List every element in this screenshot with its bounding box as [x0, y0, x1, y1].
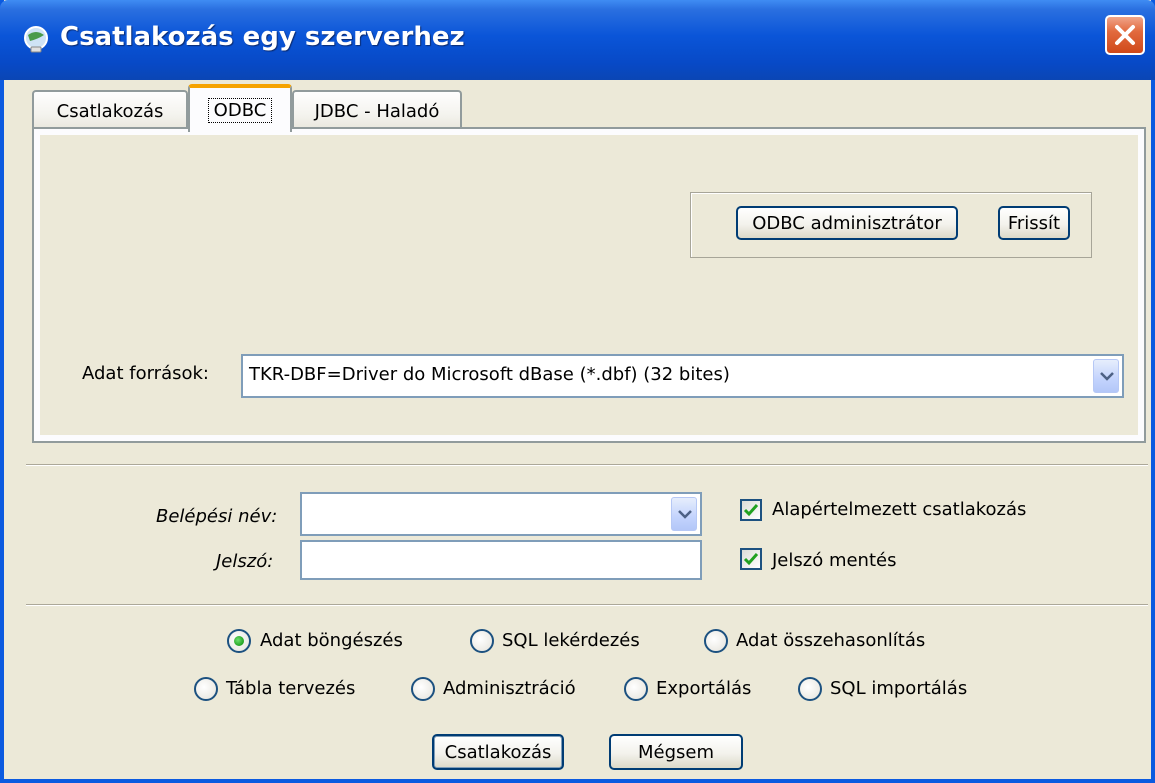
- mode-label[interactable]: SQL lekérdezés: [502, 630, 640, 651]
- username-dropdown-button[interactable]: [671, 497, 697, 531]
- username-label: Belépési név:: [156, 506, 278, 527]
- mode-label[interactable]: Exportálás: [656, 678, 751, 699]
- cancel-button[interactable]: Mégsem: [609, 734, 743, 770]
- mode-label[interactable]: Adminisztráció: [443, 678, 576, 699]
- checkmark-icon: [743, 553, 759, 566]
- mode-label[interactable]: Adat böngészés: [260, 630, 403, 651]
- radio-selected-dot: [234, 636, 244, 646]
- tab-label: Csatlakozás: [56, 100, 164, 122]
- password-label: Jelszó:: [216, 551, 274, 572]
- close-button[interactable]: [1105, 15, 1145, 55]
- mode-radio-sql-lekerdezes[interactable]: [470, 629, 494, 653]
- app-globe-icon: [24, 26, 48, 53]
- tab-csatlakozas[interactable]: Csatlakozás: [32, 90, 188, 130]
- separator-top: [26, 464, 1148, 466]
- mode-label[interactable]: Tábla tervezés: [226, 678, 355, 699]
- mode-label[interactable]: Adat összehasonlítás: [736, 630, 925, 651]
- save-password-label[interactable]: Jelszó mentés: [772, 550, 896, 571]
- tab-jdbc-halado[interactable]: JDBC - Haladó: [292, 90, 462, 130]
- datasource-value: TKR-DBF=Driver do Microsoft dBase (*.dbf…: [249, 364, 730, 385]
- mode-radio-adat-osszehasonlitas[interactable]: [704, 629, 728, 653]
- mode-radio-sql-importalas[interactable]: [798, 677, 822, 701]
- datasource-dropdown-button[interactable]: [1093, 359, 1119, 393]
- checkmark-icon: [743, 504, 759, 517]
- close-icon: [1115, 25, 1135, 45]
- odbc-admin-button[interactable]: ODBC adminisztrátor: [736, 206, 958, 240]
- mode-radio-exportalas[interactable]: [624, 677, 648, 701]
- datasource-select[interactable]: TKR-DBF=Driver do Microsoft dBase (*.dbf…: [241, 354, 1124, 398]
- odbc-button-group: ODBC adminisztrátor Frissít: [690, 192, 1092, 258]
- datasources-label: Adat források:: [82, 363, 209, 384]
- odbc-panel-body: ODBC adminisztrátor Frissít Adat forráso…: [40, 135, 1138, 435]
- save-password-checkbox[interactable]: [740, 548, 762, 570]
- tab-label: ODBC: [207, 97, 273, 123]
- mode-radio-adminisztracio[interactable]: [411, 677, 435, 701]
- odbc-tab-panel: ODBC adminisztrátor Frissít Adat forráso…: [32, 127, 1146, 443]
- username-combo[interactable]: [300, 492, 702, 536]
- mode-label[interactable]: SQL importálás: [830, 678, 967, 699]
- mode-radio-tabla-tervezes[interactable]: [194, 677, 218, 701]
- separator-bottom: [26, 604, 1148, 606]
- chevron-down-icon: [678, 510, 692, 519]
- mode-radio-adat-bongeszes[interactable]: [227, 629, 251, 653]
- password-field[interactable]: [300, 540, 702, 580]
- tab-label: JDBC - Haladó: [314, 100, 440, 122]
- connect-button[interactable]: Csatlakozás: [432, 734, 564, 770]
- refresh-button[interactable]: Frissít: [998, 206, 1070, 240]
- tab-odbc[interactable]: ODBC: [188, 84, 292, 132]
- window-title: Csatlakozás egy szerverhez: [60, 22, 465, 52]
- chevron-down-icon: [1100, 372, 1114, 381]
- default-connect-label[interactable]: Alapértelmezett csatlakozás: [772, 499, 1026, 520]
- default-connect-checkbox[interactable]: [740, 499, 762, 521]
- connect-dialog: Csatlakozás egy szerverhez Csatlakozás O…: [0, 0, 1155, 783]
- title-bar[interactable]: Csatlakozás egy szerverhez: [0, 0, 1155, 80]
